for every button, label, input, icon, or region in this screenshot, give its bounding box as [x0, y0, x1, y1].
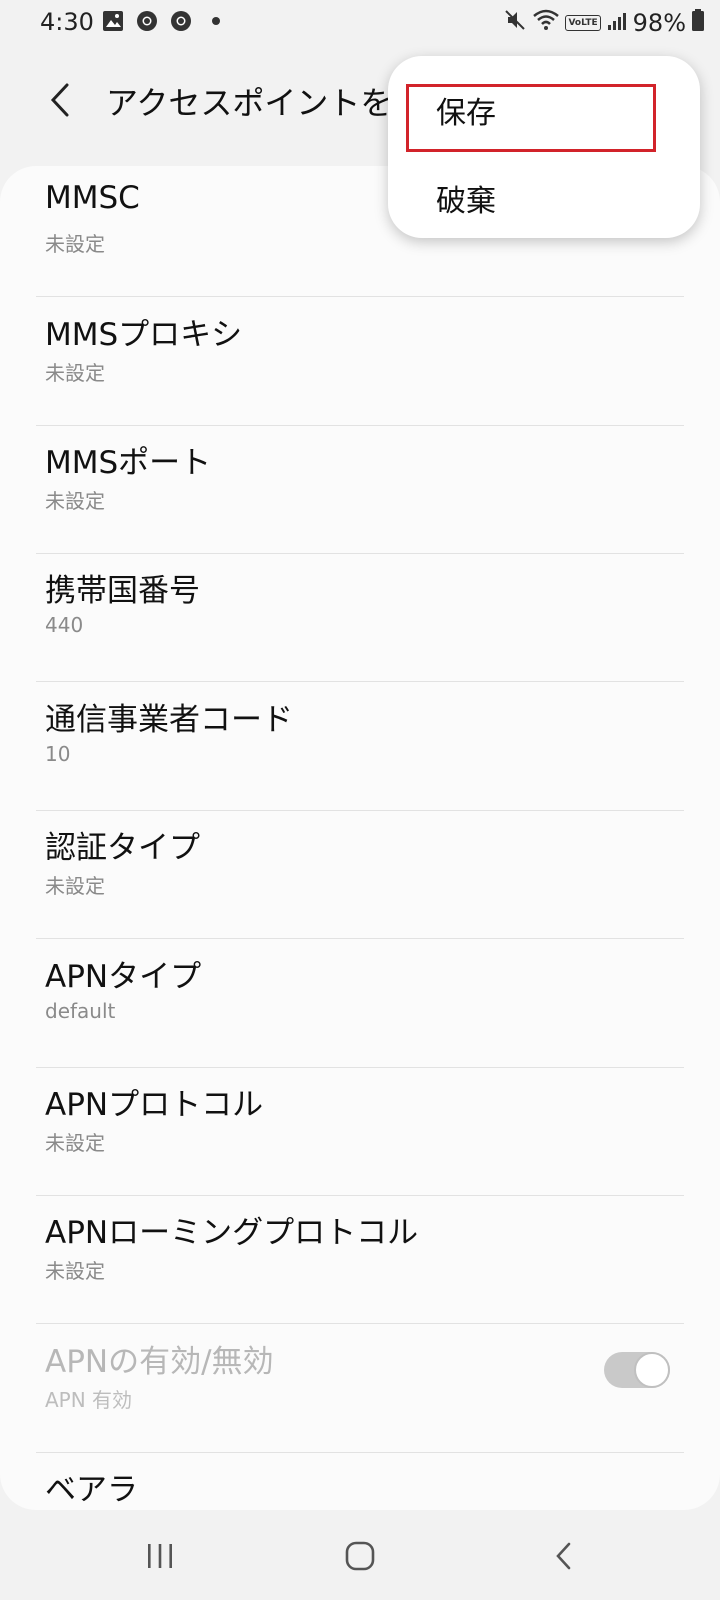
setting-value: 未設定: [45, 361, 105, 385]
home-button[interactable]: [330, 1534, 390, 1578]
setting-mms-proxy[interactable]: MMSプロキシ 未設定: [0, 295, 720, 426]
setting-value: 未設定: [45, 232, 105, 256]
setting-value: 未設定: [45, 874, 105, 898]
setting-bearer[interactable]: ベアラ: [0, 1450, 720, 1510]
volte-icon: VoLTE: [565, 15, 601, 31]
chrome-icon: [136, 10, 158, 32]
setting-title: 通信事業者コード: [45, 702, 293, 738]
status-time: 4:30: [40, 8, 94, 36]
setting-title: 認証タイプ: [45, 830, 200, 866]
setting-title: 携帯国番号: [45, 573, 200, 609]
setting-title: MMSポート: [45, 445, 212, 481]
back-button[interactable]: [38, 78, 82, 122]
menu-item-label: 破棄: [436, 184, 496, 219]
setting-mcc[interactable]: 携帯国番号 440: [0, 551, 720, 682]
setting-title: APNローミングプロトコル: [45, 1215, 419, 1251]
home-icon: [345, 1541, 375, 1571]
setting-value: APN 有効: [45, 1388, 133, 1412]
chrome-icon: [170, 10, 192, 32]
setting-title: APNタイプ: [45, 959, 202, 995]
overflow-menu: 保存 破棄: [388, 56, 700, 238]
mute-icon: [503, 8, 527, 38]
setting-value: 未設定: [45, 489, 105, 513]
settings-list: MMSC 未設定 MMSプロキシ 未設定 MMSポート 未設定 携帯国番号 44…: [0, 166, 720, 1510]
wifi-icon: [533, 9, 560, 37]
setting-title: APNプロトコル: [45, 1087, 264, 1123]
setting-title: ベアラ: [45, 1472, 138, 1508]
battery-percent: 98%: [632, 9, 686, 37]
signal-icon: [607, 9, 627, 37]
setting-value: 未設定: [45, 1131, 105, 1155]
setting-mnc[interactable]: 通信事業者コード 10: [0, 680, 720, 811]
setting-title: MMSC: [45, 180, 140, 216]
page-title: アクセスポイントを: [106, 84, 393, 122]
setting-title: APNの有効/無効: [45, 1344, 274, 1380]
setting-value: default: [45, 999, 116, 1023]
setting-value: 10: [45, 742, 71, 766]
status-right: VoLTE 98%: [503, 8, 704, 38]
navigation-bar: [0, 1510, 720, 1600]
notification-dot-icon: [212, 17, 220, 25]
menu-item-label: 保存: [436, 96, 496, 131]
setting-apn-protocol[interactable]: APNプロトコル 未設定: [0, 1065, 720, 1196]
menu-item-save[interactable]: 保存: [388, 68, 700, 152]
menu-item-discard[interactable]: 破棄: [388, 156, 700, 238]
recents-icon: [148, 1544, 172, 1568]
setting-value: 440: [45, 613, 84, 637]
setting-value: 未設定: [45, 1259, 105, 1283]
setting-apn-roaming-protocol[interactable]: APNローミングプロトコル 未設定: [0, 1193, 720, 1324]
status-bar: 4:30 VoLTE 98%: [0, 0, 720, 46]
status-left-icons: [102, 10, 220, 32]
apn-enable-toggle[interactable]: [604, 1352, 670, 1388]
setting-mms-port[interactable]: MMSポート 未設定: [0, 423, 720, 554]
nav-back-button[interactable]: [534, 1534, 594, 1578]
chevron-left-icon: [50, 83, 69, 117]
recents-button[interactable]: [130, 1534, 190, 1578]
setting-apn-type[interactable]: APNタイプ default: [0, 937, 720, 1068]
setting-title: MMSプロキシ: [45, 317, 243, 353]
gallery-icon: [102, 10, 124, 32]
setting-auth-type[interactable]: 認証タイプ 未設定: [0, 808, 720, 939]
battery-icon: [692, 9, 704, 37]
setting-apn-enable: APNの有効/無効 APN 有効: [0, 1322, 720, 1453]
back-icon: [556, 1542, 571, 1570]
toggle-knob: [634, 1352, 670, 1388]
